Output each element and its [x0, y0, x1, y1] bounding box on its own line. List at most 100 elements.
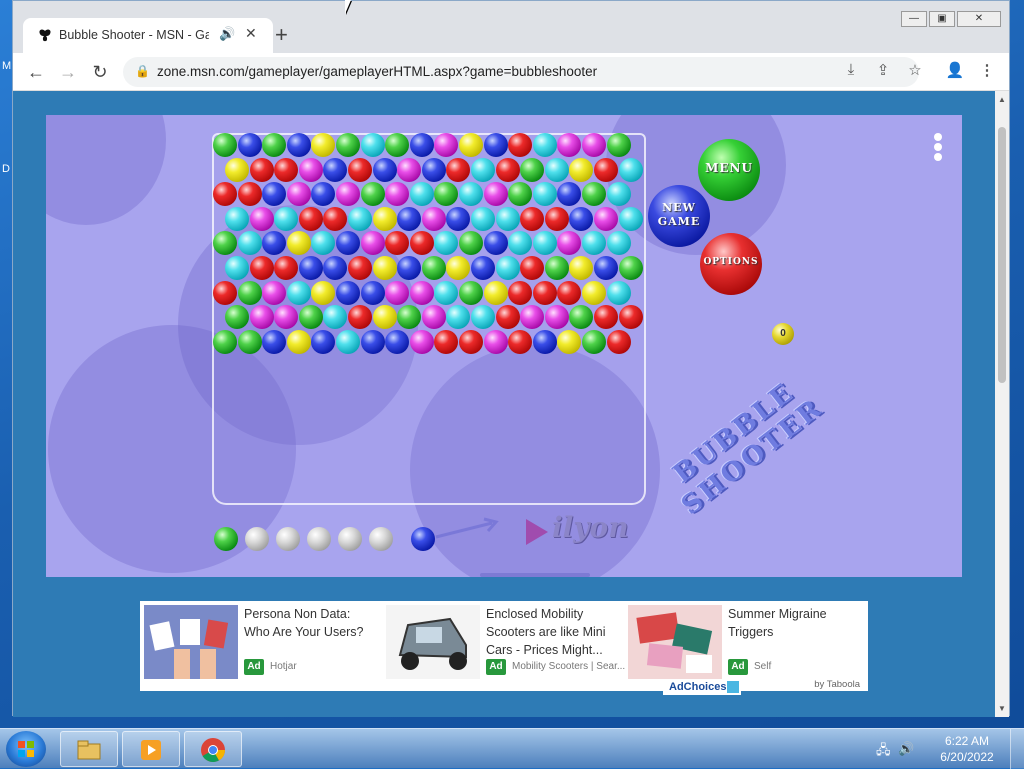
bubble-red [508, 329, 533, 354]
media-player-icon [141, 740, 161, 760]
kebab-menu-icon[interactable]: ⋮ [977, 61, 997, 79]
bubble-red [594, 305, 618, 330]
bubble-cyan [471, 206, 495, 231]
ad-title: Persona Non Data: Who Are Your Users? [244, 607, 364, 639]
bubble-red [594, 157, 618, 182]
brand-text: ilyon [552, 511, 629, 544]
bubble-green [385, 133, 410, 157]
menu-button[interactable]: MENU [698, 139, 760, 201]
bubble-magenta [286, 182, 311, 207]
scroll-down-icon[interactable]: ▼ [995, 704, 1009, 713]
show-desktop-button[interactable] [1010, 729, 1024, 769]
new-game-button[interactable]: NEW GAME [648, 185, 710, 247]
queue-bubble-green [214, 527, 238, 551]
bubble-blue [532, 329, 557, 354]
ad-image-hands [144, 605, 238, 679]
bubble-green [213, 329, 237, 354]
forward-arrow-icon[interactable]: → [57, 61, 79, 83]
bubble-magenta [298, 157, 323, 182]
volume-icon[interactable]: 🔊 [898, 741, 914, 757]
bubble-green [298, 305, 323, 330]
bubble-yellow [569, 157, 594, 182]
options-button[interactable]: OPTIONS [700, 233, 762, 295]
ad-card[interactable]: Persona Non Data: Who Are Your Users? Ad… [140, 603, 378, 687]
bubble-cyan [606, 280, 631, 305]
clock-time[interactable]: 6:22 AM [932, 734, 1002, 748]
bubble-red [508, 280, 533, 305]
page-scrollbar[interactable]: ▲ ▼ [995, 91, 1009, 717]
tab-bubble-shooter[interactable]: Bubble Shooter - MSN - Games 🔊 ✕ [23, 18, 273, 53]
adchoices-link[interactable]: AdChoices [663, 679, 741, 695]
bubble-green [262, 133, 287, 157]
bubble-green [582, 182, 606, 207]
ad-card[interactable]: Summer Migraine Triggers Ad Self [624, 603, 862, 687]
bubble-red [544, 206, 569, 231]
game-canvas[interactable]: ilyon MENU NEW GAME OPTIONS 0 BUBBLE SHO… [46, 115, 962, 577]
close-tab-icon[interactable]: ✕ [245, 25, 257, 42]
bubble-blue [483, 133, 508, 157]
bubble-cyan [532, 133, 557, 157]
queue-bubble-grey [245, 527, 269, 551]
bubble-green [459, 280, 483, 305]
taskbar-chrome[interactable] [184, 731, 242, 767]
bubble-red [348, 157, 372, 182]
address-bar[interactable]: 🔒 zone.msn.com/gameplayer/gameplayerHTML… [123, 57, 919, 87]
desktop-edge-label: D [2, 163, 10, 175]
bubble-cyan [471, 157, 495, 182]
minimize-button[interactable]: — [901, 11, 927, 27]
adchoices-icon [727, 681, 739, 693]
bubble-yellow [372, 256, 397, 280]
bubble-cyan [434, 280, 459, 305]
start-button[interactable] [6, 731, 46, 767]
shooter-bubble[interactable] [411, 527, 435, 551]
new-tab-button[interactable]: + [275, 23, 288, 47]
lock-icon: 🔒 [135, 64, 150, 78]
bubble-blue [471, 256, 495, 280]
play-triangle-icon [526, 519, 548, 545]
ad-card[interactable]: Enclosed Mobility Scooters are like Mini… [382, 603, 625, 687]
maximize-button[interactable]: ▣ [929, 11, 955, 27]
profile-avatar-icon[interactable]: 👤 [945, 61, 965, 79]
close-window-button[interactable]: ✕ [957, 11, 1001, 27]
bubble-cyan [336, 329, 360, 354]
bubble-magenta [483, 329, 508, 354]
back-arrow-icon[interactable]: ← [25, 61, 47, 83]
browser-window: Bubble Shooter - MSN - Games 🔊 ✕ + — ▣ ✕… [12, 0, 1010, 717]
bubble-cyan [409, 182, 434, 207]
bubble-cyan [274, 206, 299, 231]
bubble-cyan [532, 182, 557, 207]
game-bottom-bar [480, 573, 590, 577]
bubble-blue [372, 157, 397, 182]
reload-icon[interactable]: ↻ [89, 61, 111, 83]
bubble-red [520, 256, 545, 280]
ad-badge: Ad [244, 659, 264, 675]
scroll-thumb[interactable] [998, 127, 1006, 383]
bubble-yellow [372, 305, 397, 330]
ad-title: Summer Migraine Triggers [728, 607, 827, 639]
bubble-magenta [582, 133, 606, 157]
speaker-icon[interactable]: 🔊 [219, 26, 235, 42]
taboola-credit[interactable]: by Taboola [814, 679, 860, 690]
bookmark-star-icon[interactable]: ☆ [905, 61, 925, 79]
ad-source: Hotjar [270, 661, 297, 672]
share-icon[interactable]: ⇪ [873, 61, 893, 79]
install-app-icon[interactable]: ⤓ [841, 61, 861, 78]
scroll-up-icon[interactable]: ▲ [995, 95, 1009, 104]
bubble-magenta [385, 280, 410, 305]
bubble-magenta [336, 182, 360, 207]
bubble-yellow [582, 280, 606, 305]
adchoices-label: AdChoices [669, 681, 727, 693]
msn-butterfly-icon [39, 29, 51, 42]
bubble-cyan [618, 157, 643, 182]
bubble-cyan [360, 133, 385, 157]
bubble-magenta [397, 157, 422, 182]
game-more-icon[interactable] [932, 131, 944, 163]
bubble-yellow [483, 280, 508, 305]
network-icon[interactable]: 🖧 [876, 741, 891, 763]
taskbar-explorer[interactable] [60, 731, 118, 767]
page-content: ilyon MENU NEW GAME OPTIONS 0 BUBBLE SHO… [13, 91, 997, 717]
bubble-magenta [249, 206, 274, 231]
clock-date[interactable]: 6/20/2022 [932, 750, 1002, 764]
bubble-red [237, 182, 262, 207]
taskbar-media-player[interactable] [122, 731, 180, 767]
